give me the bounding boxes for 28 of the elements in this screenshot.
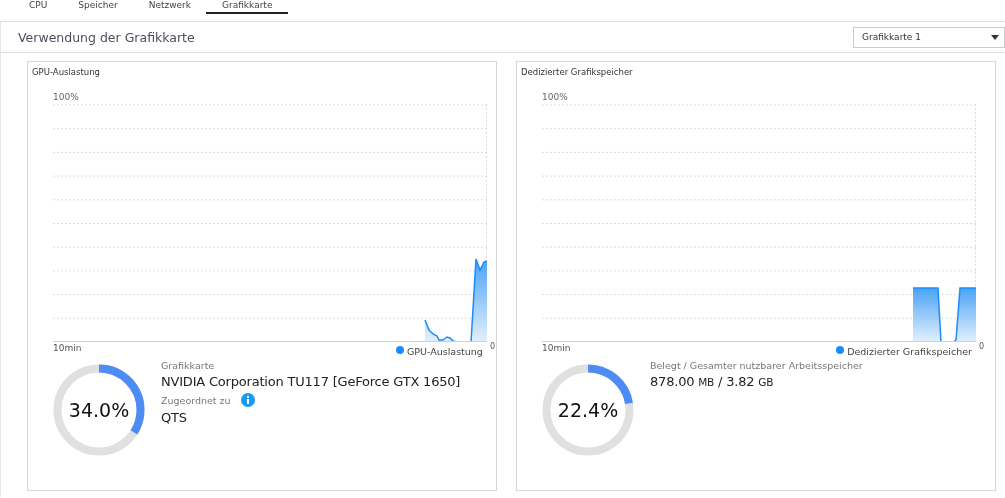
gauge-reading: 22.4% xyxy=(557,399,619,421)
caret-icon xyxy=(991,34,999,40)
legend-dot-icon xyxy=(395,345,404,354)
tab[interactable]: Grafikkarte xyxy=(206,0,289,14)
info-label: Zugeordnet zu xyxy=(161,394,231,406)
tab[interactable]: Netzwerk xyxy=(148,0,205,14)
memory-value: 878.00 MB / 3.82 GB xyxy=(650,373,775,391)
legend-label: Dedizierter Grafikspeicher xyxy=(847,346,972,357)
info-icon[interactable] xyxy=(240,393,255,407)
axis-label: 0 xyxy=(978,342,984,351)
axis-label: 10min xyxy=(53,343,82,353)
axis-label: 10min xyxy=(542,343,571,353)
axis-label: 100% xyxy=(542,92,569,104)
panel-title: Dedizierter Grafikspeicher xyxy=(520,66,634,79)
info-value: NVIDIA Corporation TU117 [GeForce GTX 1650] xyxy=(161,373,461,391)
axis-label: 100% xyxy=(53,92,80,104)
tab[interactable]: Speicher xyxy=(78,0,132,14)
info-label: Belegt / Gesamter nutzbarer Arbeitsspeicher xyxy=(650,360,863,371)
tab[interactable]: CPU xyxy=(29,0,62,14)
axis-label: 0 xyxy=(489,342,495,351)
graphics-card-dropdown[interactable]: Grafikkarte 1 xyxy=(853,26,1005,48)
info-value: QTS xyxy=(161,409,188,427)
gauge-reading: 34.0% xyxy=(68,399,130,421)
legend-dot-icon xyxy=(836,345,845,354)
legend-label: GPU-Auslastung xyxy=(406,346,483,357)
panel-title: GPU-Auslastung xyxy=(31,66,101,79)
section-title: Verwendung der Grafikkarte xyxy=(18,29,195,45)
info-label: Grafikkarte xyxy=(161,360,216,371)
